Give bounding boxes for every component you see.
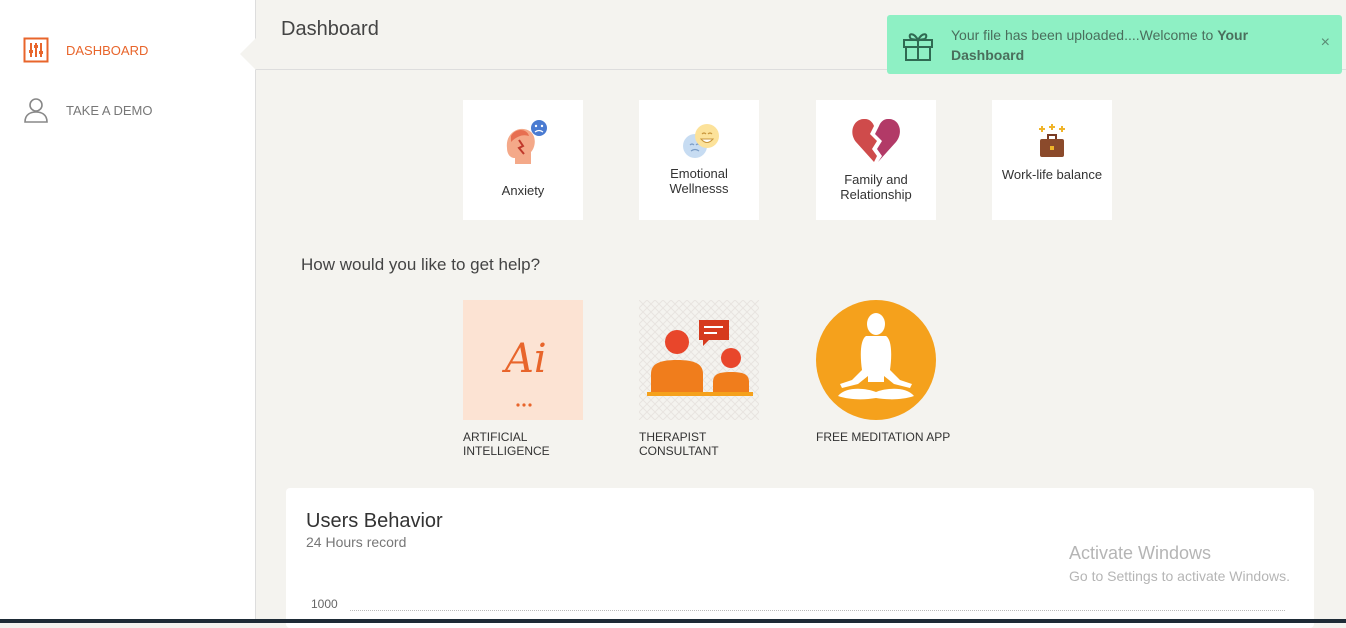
active-indicator xyxy=(240,38,256,70)
sidebar-item-label: DASHBOARD xyxy=(66,42,149,58)
help-section-title: How would you like to get help? xyxy=(301,255,541,274)
sidebar: DASHBOARD TAKE A DEMO xyxy=(0,0,256,623)
page-title: Dashboard xyxy=(281,18,379,40)
chart-gridline xyxy=(350,610,1285,611)
upload-notification: Your file has been uploaded....Welcome t… xyxy=(887,15,1342,74)
sidebar-item-take-a-demo[interactable]: TAKE A DEMO xyxy=(22,96,152,124)
panel-subtitle: 24 Hours record xyxy=(306,534,407,550)
option-label: ARTIFICIAL INTELLIGENCE xyxy=(463,430,550,458)
option-label: FREE MEDITATION APP xyxy=(816,430,951,444)
category-label: Work-life balance xyxy=(1001,167,1103,182)
category-card-anxiety[interactable]: Anxiety xyxy=(463,100,583,220)
option-artificial-intelligence[interactable]: Ai ARTIFICIAL INTELLIGENCE xyxy=(463,300,583,458)
y-axis-tick: 1000 xyxy=(311,597,338,611)
option-free-meditation-app[interactable]: FREE MEDITATION APP xyxy=(816,300,976,444)
panel-title: Users Behavior xyxy=(306,510,443,532)
broken-heart-icon xyxy=(850,116,902,169)
watermark-title: Activate Windows xyxy=(1069,543,1212,563)
meditation-icon xyxy=(816,300,936,420)
watermark-subtitle: Go to Settings to activate Windows. xyxy=(1069,568,1290,584)
category-label: Family and Relationship xyxy=(840,172,912,202)
notification-text: Your file has been uploaded....Welcome t… xyxy=(951,27,1218,43)
category-label: Emotional Wellnesss xyxy=(669,166,729,196)
emotional-faces-icon xyxy=(679,122,723,167)
option-label: THERAPIST CONSULTANT xyxy=(639,430,719,458)
sliders-icon xyxy=(22,36,50,64)
sidebar-item-label: TAKE A DEMO xyxy=(66,102,153,118)
category-card-family-relationship[interactable]: Family and Relationship xyxy=(816,100,936,220)
sidebar-item-dashboard[interactable]: DASHBOARD xyxy=(22,36,148,64)
notification-message: Your file has been uploaded....Welcome t… xyxy=(951,25,1281,65)
category-card-emotional-wellness[interactable]: Emotional Wellnesss xyxy=(639,100,759,220)
category-card-work-life-balance[interactable]: Work-life balance xyxy=(992,100,1112,220)
option-therapist-consultant[interactable]: THERAPIST CONSULTANT xyxy=(639,300,759,458)
anxiety-head-icon xyxy=(499,118,551,175)
user-icon xyxy=(22,96,50,124)
ai-logo-icon: Ai xyxy=(463,300,583,420)
therapist-icon xyxy=(639,300,759,420)
activate-windows-watermark: Activate Windows Go to Settings to activ… xyxy=(1069,543,1290,584)
close-icon[interactable]: × xyxy=(1321,34,1330,52)
gift-icon xyxy=(901,28,935,65)
category-label: Anxiety xyxy=(501,183,545,198)
ai-logo-text: Ai xyxy=(505,336,547,382)
taskbar xyxy=(0,619,1346,623)
briefcase-icon xyxy=(1034,124,1070,165)
